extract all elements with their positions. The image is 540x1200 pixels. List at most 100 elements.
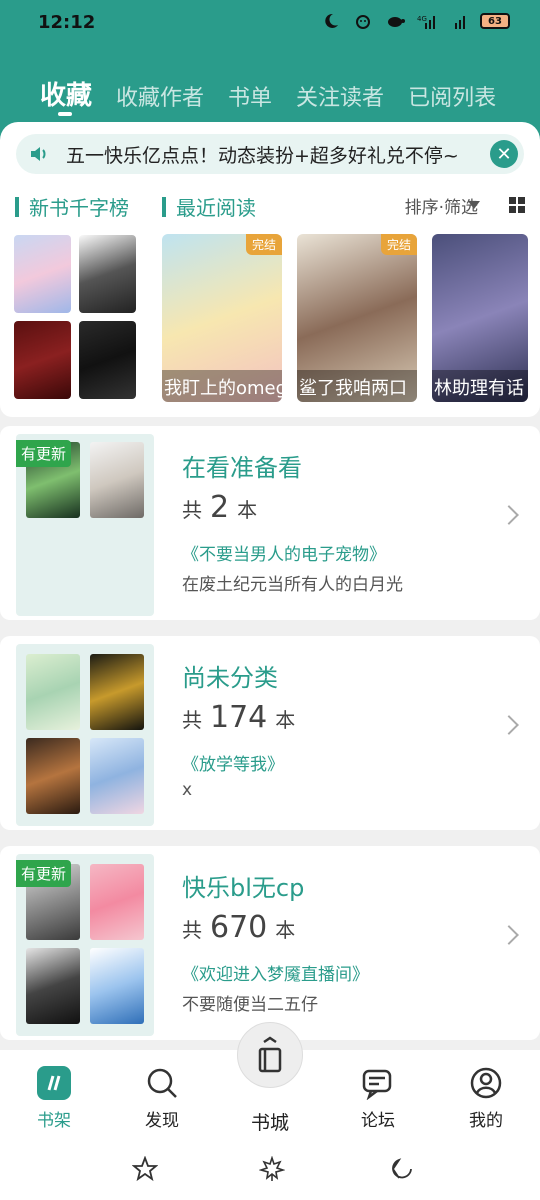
book-cover xyxy=(26,948,80,1024)
grid-view-icon[interactable] xyxy=(509,197,525,213)
chevron-right-icon[interactable] xyxy=(499,505,519,525)
chevron-right-icon[interactable] xyxy=(499,925,519,945)
book-cover xyxy=(26,654,80,730)
folder-count: 共 670 本 xyxy=(182,910,295,945)
signal-icon xyxy=(448,12,470,30)
search-icon xyxy=(145,1066,179,1100)
folder-card[interactable]: 有更新 在看准备看 共 2 本 《不要当男人的电子宠物》 在废土纪元当所有人的白… xyxy=(0,426,540,620)
tab-favorites[interactable]: 收藏 xyxy=(40,75,93,116)
recent-book-title: 我盯上的omega xyxy=(162,370,282,402)
shelf-icon xyxy=(37,1066,71,1100)
nav-mine-label: 我的 xyxy=(469,1111,503,1131)
new-books-covers[interactable] xyxy=(14,235,138,399)
caret-down-icon xyxy=(468,201,480,209)
count-prefix: 共 xyxy=(182,708,202,732)
book-cover xyxy=(90,948,144,1024)
recent-book-card[interactable]: 林助理有话 xyxy=(432,234,528,402)
section-marker xyxy=(162,196,166,217)
new-books-label: 新书千字榜 xyxy=(29,196,129,220)
count-prefix: 共 xyxy=(182,498,202,522)
book-cover xyxy=(90,864,144,940)
count-number: 2 xyxy=(210,490,230,525)
moon-icon xyxy=(320,12,342,30)
chevron-right-icon[interactable] xyxy=(499,715,519,735)
book-cover[interactable] xyxy=(14,235,71,313)
status-badge: 完结 xyxy=(245,234,282,255)
book-cover xyxy=(90,654,144,730)
tab-favorite-authors[interactable]: 收藏作者 xyxy=(116,80,204,112)
book-cover[interactable] xyxy=(79,321,136,399)
section-marker xyxy=(15,196,19,217)
status-badge: 完结 xyxy=(380,234,417,255)
nav-shelf[interactable]: 书架 xyxy=(14,1066,94,1131)
close-icon[interactable]: ✕ xyxy=(490,140,518,168)
recent-section-title[interactable]: 最近阅读 xyxy=(162,192,256,221)
star-icon[interactable] xyxy=(131,1155,159,1182)
folder-latest-book[interactable]: 《不要当男人的电子宠物》 xyxy=(182,540,386,565)
tab-followed-readers[interactable]: 关注读者 xyxy=(296,80,384,112)
folder-latest-book[interactable]: 《欢迎进入梦魇直播间》 xyxy=(182,960,369,985)
recent-book-title: 鲨了我咱两口 xyxy=(297,370,417,402)
folder-subtitle: 不要随便当二五仔 xyxy=(182,995,318,1015)
tab-indicator xyxy=(58,112,72,116)
count-prefix: 共 xyxy=(182,918,202,942)
folder-subtitle: x xyxy=(182,780,193,800)
notice-banner[interactable]: 五一快乐亿点点！动态装扮+超多好礼兑不停~ ✕ xyxy=(16,134,524,174)
folder-count: 共 2 本 xyxy=(182,490,257,525)
sort-filter-button[interactable]: 排序·筛选 xyxy=(405,193,478,218)
signal-4g-icon: 4G xyxy=(416,12,438,30)
status-icons: 4G 63 xyxy=(320,12,510,30)
book-cover xyxy=(90,442,144,518)
nav-discover-label: 发现 xyxy=(145,1111,179,1131)
nav-mine[interactable]: 我的 xyxy=(446,1066,526,1131)
nav-forum-label: 论坛 xyxy=(361,1111,395,1131)
folder-latest-book[interactable]: 《放学等我》 xyxy=(182,750,284,775)
folder-name: 在看准备看 xyxy=(182,454,302,482)
recent-book-title: 林助理有话 xyxy=(432,370,528,402)
chat-icon xyxy=(361,1066,395,1101)
count-suffix: 本 xyxy=(237,498,258,522)
nav-discover[interactable]: 发现 xyxy=(122,1066,202,1131)
battery-icon: 63 xyxy=(480,13,510,29)
user-icon xyxy=(469,1066,503,1100)
system-nav-bar xyxy=(0,1140,540,1200)
book-store-button[interactable] xyxy=(237,1022,303,1088)
pet-icon xyxy=(352,12,374,30)
recent-book-card[interactable]: 完结 我盯上的omega xyxy=(162,234,282,402)
nav-store-label: 书城 xyxy=(250,1112,289,1134)
count-suffix: 本 xyxy=(275,918,296,942)
nav-shelf-label: 书架 xyxy=(37,1111,71,1131)
back-icon[interactable] xyxy=(389,1156,415,1182)
nav-forum[interactable]: 论坛 xyxy=(338,1066,418,1131)
folder-subtitle: 在废土纪元当所有人的白月光 xyxy=(182,575,403,595)
tab-bar: 收藏 收藏作者 书单 关注读者 已阅列表 xyxy=(40,62,520,116)
folder-name: 尚未分类 xyxy=(182,664,278,692)
update-badge: 有更新 xyxy=(16,860,72,887)
book-cover[interactable] xyxy=(79,235,136,313)
count-number: 174 xyxy=(210,700,268,735)
folder-card[interactable]: 有更新 快乐bl无cp 共 670 本 《欢迎进入梦魇直播间》 不要随便当二五仔 xyxy=(0,846,540,1040)
tab-read-list[interactable]: 已阅列表 xyxy=(408,80,496,112)
folder-name: 快乐bl无cp xyxy=(182,874,305,902)
book-cover xyxy=(90,738,144,814)
status-time: 12:12 xyxy=(38,12,96,33)
count-suffix: 本 xyxy=(275,708,296,732)
new-books-section-title[interactable]: 新书千字榜 xyxy=(15,192,129,221)
tab-favorites-label: 收藏 xyxy=(40,81,93,111)
turtle-icon xyxy=(384,12,406,30)
maple-leaf-icon[interactable] xyxy=(258,1155,286,1182)
tab-booklists[interactable]: 书单 xyxy=(228,80,272,112)
update-badge: 有更新 xyxy=(16,440,72,467)
recent-book-card[interactable]: 完结 鲨了我咱两口 xyxy=(297,234,417,402)
folder-card[interactable]: 尚未分类 共 174 本 《放学等我》 x xyxy=(0,636,540,830)
book-cover xyxy=(26,738,80,814)
folder-thumbnail xyxy=(16,644,154,826)
count-number: 670 xyxy=(210,910,268,945)
book-cover[interactable] xyxy=(14,321,71,399)
folder-count: 共 174 本 xyxy=(182,700,295,735)
bottom-nav: 书架 发现 书城 论坛 我的 xyxy=(0,1022,540,1140)
shelf-top-card: 五一快乐亿点点！动态装扮+超多好礼兑不停~ ✕ 新书千字榜 最近阅读 排序·筛选… xyxy=(0,122,540,417)
recent-label: 最近阅读 xyxy=(176,196,256,220)
svg-text:4G: 4G xyxy=(417,15,427,23)
speaker-icon xyxy=(28,142,52,166)
